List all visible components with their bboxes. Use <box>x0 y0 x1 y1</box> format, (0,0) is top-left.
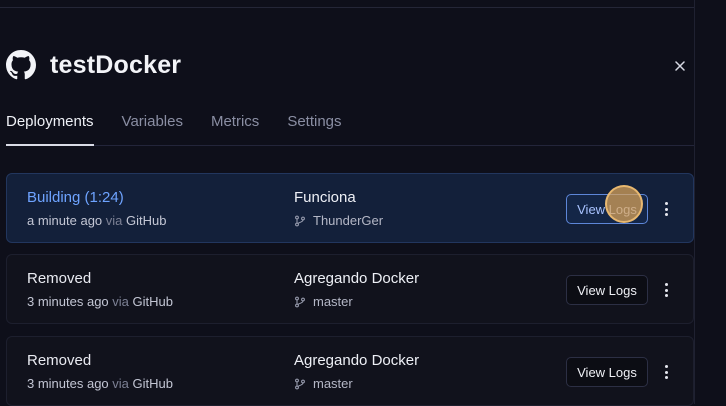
commit-message: Agregando Docker <box>294 270 420 287</box>
deployment-source: GitHub <box>126 213 167 228</box>
panel-edge <box>694 0 695 404</box>
deployment-status: Building (1:24) <box>27 189 124 206</box>
branch-name: ThunderGer <box>313 213 384 228</box>
tab-bar: Deployments Variables Metrics Settings <box>6 113 694 146</box>
deployment-time: 3 minutes ago <box>27 376 109 391</box>
top-divider <box>0 0 694 8</box>
deployment-meta: 3 minutes ago via GitHub <box>27 294 173 309</box>
tab-settings[interactable]: Settings <box>287 113 341 145</box>
branch-info: master <box>294 294 353 309</box>
via-label: via <box>105 213 123 228</box>
deployment-meta: a minute ago via GitHub <box>27 213 167 228</box>
view-logs-button[interactable]: View Logs <box>566 194 648 224</box>
project-title: testDocker <box>50 50 182 79</box>
git-branch-icon <box>295 378 305 389</box>
branch-info: master <box>294 376 353 391</box>
tab-metrics[interactable]: Metrics <box>211 113 259 145</box>
view-logs-button[interactable]: View Logs <box>566 357 648 387</box>
close-button[interactable] <box>671 57 689 75</box>
deployment-status: Removed <box>27 270 92 287</box>
more-options-icon[interactable] <box>659 361 673 383</box>
more-options-icon[interactable] <box>659 279 673 301</box>
project-header: testDocker <box>6 50 181 80</box>
tab-variables[interactable]: Variables <box>122 113 183 145</box>
branch-info: ThunderGer <box>294 213 383 228</box>
more-options-icon[interactable] <box>659 198 673 220</box>
deployment-time: a minute ago <box>27 213 103 228</box>
deployment-time: 3 minutes ago <box>27 294 109 309</box>
deployment-row-removed[interactable]: Removed 3 minutes ago via GitHub Agregan… <box>6 254 694 324</box>
branch-name: master <box>313 376 353 391</box>
deployment-status: Removed <box>27 352 92 369</box>
via-label: via <box>112 294 129 309</box>
commit-message: Funciona <box>294 189 356 206</box>
close-icon <box>675 61 685 71</box>
git-branch-icon <box>295 296 305 307</box>
git-branch-icon <box>295 215 305 226</box>
deployment-row-building[interactable]: Building (1:24) a minute ago via GitHub … <box>6 173 694 243</box>
github-icon <box>6 50 36 80</box>
via-label: via <box>112 376 129 391</box>
commit-message: Agregando Docker <box>294 352 420 369</box>
deployment-source: GitHub <box>132 294 174 309</box>
view-logs-button[interactable]: View Logs <box>566 275 648 305</box>
tab-deployments[interactable]: Deployments <box>6 113 94 146</box>
deployment-source: GitHub <box>132 376 174 391</box>
deployment-meta: 3 minutes ago via GitHub <box>27 376 173 391</box>
deployment-row-removed[interactable]: Removed 3 minutes ago via GitHub Agregan… <box>6 336 694 406</box>
branch-name: master <box>313 294 353 309</box>
